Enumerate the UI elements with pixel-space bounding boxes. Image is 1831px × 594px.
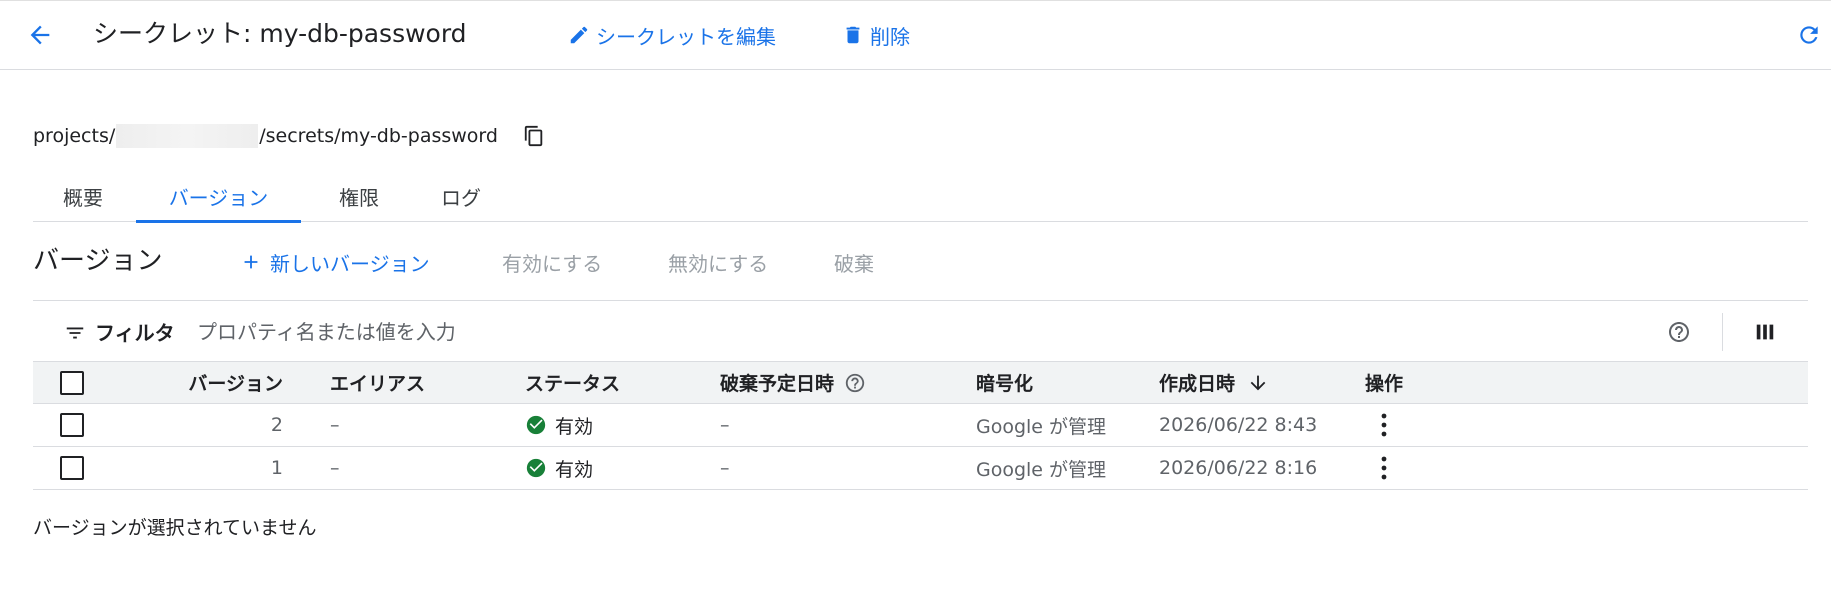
destroy-scheduled-cell: – [720, 457, 730, 479]
select-all-cell [60, 362, 84, 403]
version-cell: 1 [270, 457, 283, 479]
tab-versions[interactable]: バージョン [136, 170, 301, 223]
more-vert-icon [1381, 456, 1387, 480]
selection-status-message: バージョンが選択されていません [33, 517, 317, 539]
destroy-button[interactable]: 破棄 [834, 244, 874, 280]
row-actions-button[interactable] [1372, 411, 1396, 439]
column-header-encryption[interactable]: 暗号化 [976, 362, 1033, 403]
back-button[interactable] [22, 17, 58, 53]
filter-label: フィルタ [95, 321, 175, 345]
tab-permissions[interactable]: 権限 [309, 170, 409, 222]
alias-cell: – [330, 457, 340, 479]
refresh-button[interactable] [1791, 17, 1827, 53]
tab-bar: 概要 バージョン 権限 ログ [33, 170, 1808, 223]
pencil-icon [570, 26, 588, 44]
section-title: バージョン [33, 246, 163, 276]
created-cell: 2026/06/22 8:43 [1159, 414, 1318, 436]
plus-icon [244, 255, 258, 269]
version-cell: 2 [270, 414, 283, 436]
trash-icon [846, 26, 860, 44]
page-title: シークレット: my-db-password [93, 19, 467, 48]
more-vert-icon [1381, 413, 1387, 437]
edit-secret-button[interactable]: シークレットを編集 [568, 17, 776, 53]
delete-button[interactable]: 削除 [842, 17, 910, 53]
select-all-checkbox[interactable] [60, 370, 84, 395]
row-actions-cell [1372, 447, 1396, 489]
filter-icon [63, 321, 87, 345]
status-label: 有効 [555, 458, 594, 481]
redacted-project-id [116, 124, 259, 148]
filter-input[interactable] [197, 313, 1197, 351]
status-cell: 有効 [525, 447, 593, 489]
resource-path-prefix: projects/ [33, 125, 116, 147]
table-header: バージョン エイリアス ステータス 破棄予定日時 暗号化 作成日時 操作 [33, 362, 1808, 404]
row-actions-cell [1372, 404, 1396, 446]
column-display-button[interactable] [1751, 318, 1779, 346]
destroy-scheduled-cell: – [720, 414, 730, 436]
arrow-back-icon [30, 25, 50, 45]
row-actions-button[interactable] [1372, 454, 1396, 482]
status-cell: 有効 [525, 404, 593, 446]
encryption-cell: Google が管理 [976, 415, 1107, 438]
filter-bar-divider [1722, 313, 1723, 351]
top-bar: シークレット: my-db-password シークレットを編集 削除 [0, 0, 1831, 70]
column-header-alias[interactable]: エイリアス [330, 362, 425, 403]
column-header-status[interactable]: ステータス [525, 362, 620, 403]
alias-cell: – [330, 414, 340, 436]
table-row: 1 – 有効 – Google が管理 2026/06/22 8:16 [33, 447, 1808, 490]
columns-icon [1756, 324, 1774, 340]
edit-secret-label: シークレットを編集 [596, 24, 776, 49]
tab-overview[interactable]: 概要 [33, 170, 133, 222]
new-version-label: 新しいバージョン [270, 251, 430, 276]
created-cell: 2026/06/22 8:16 [1159, 457, 1318, 479]
help-button[interactable] [1665, 318, 1693, 346]
versions-table: バージョン エイリアス ステータス 破棄予定日時 暗号化 作成日時 操作 2 –… [33, 362, 1808, 490]
row-checkbox[interactable] [60, 413, 84, 437]
tab-logs[interactable]: ログ [411, 170, 511, 222]
table-row: 2 – 有効 – Google が管理 2026/06/22 8:43 [33, 404, 1808, 447]
delete-label: 削除 [870, 24, 910, 49]
copy-icon [524, 125, 543, 147]
status-label: 有効 [555, 415, 594, 438]
column-header-version[interactable]: バージョン [123, 362, 283, 403]
resource-path-suffix: /secrets/my-db-password [259, 125, 498, 147]
row-select-cell [60, 447, 84, 489]
resource-path: projects/ /secrets/my-db-password [33, 121, 548, 151]
column-header-destroy-scheduled-label: 破棄予定日時 [720, 373, 835, 395]
column-header-destroy-scheduled[interactable]: 破棄予定日時 [720, 362, 866, 403]
row-checkbox[interactable] [60, 456, 84, 480]
new-version-button[interactable]: 新しいバージョン [240, 244, 430, 280]
row-select-cell [60, 404, 84, 446]
copy-path-button[interactable] [520, 122, 548, 150]
disable-button[interactable]: 無効にする [668, 244, 768, 280]
column-header-actions: 操作 [1365, 373, 1404, 395]
check-circle-icon [526, 458, 546, 478]
help-icon [1669, 322, 1689, 342]
filter-bar: フィルタ [33, 300, 1808, 362]
encryption-cell: Google が管理 [976, 458, 1107, 481]
help-icon[interactable] [844, 372, 866, 394]
check-circle-icon [526, 415, 546, 435]
arrow-down-icon [1250, 375, 1266, 390]
refresh-icon [1800, 26, 1818, 44]
column-header-created-label: 作成日時 [1159, 373, 1236, 395]
enable-button[interactable]: 有効にする [502, 244, 602, 280]
column-header-created[interactable]: 作成日時 [1159, 362, 1269, 403]
